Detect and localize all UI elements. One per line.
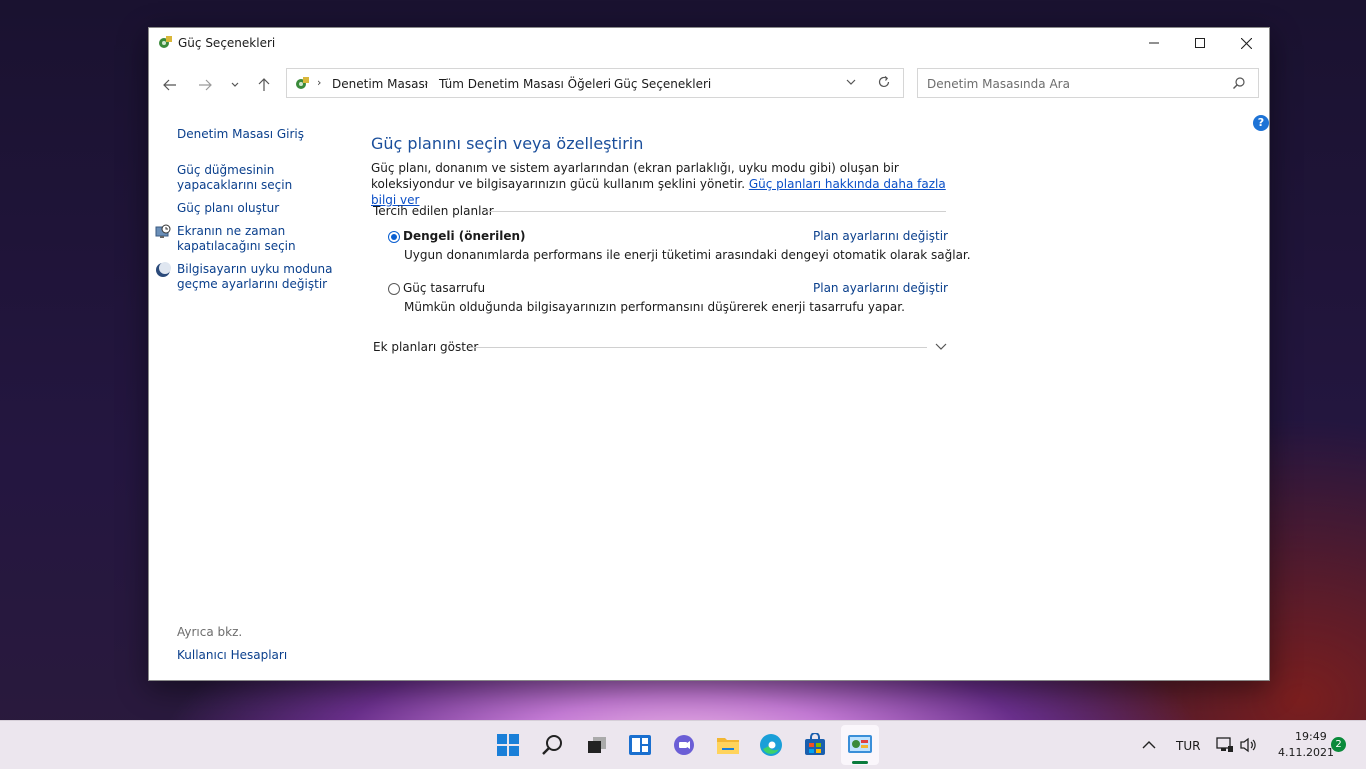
control-panel-icon[interactable]: [846, 731, 874, 759]
balanced-plan-settings-link[interactable]: Plan ayarlarını değiştir: [813, 229, 948, 243]
address-bar[interactable]: › Denetim Masası › Tüm Denetim Masası Öğ…: [286, 68, 904, 98]
sleep-settings-link[interactable]: Bilgisayarın uyku moduna geçme ayarların…: [177, 262, 347, 292]
see-also-label: Ayrıca bkz.: [177, 625, 243, 639]
breadcrumb-chevron-icon[interactable]: ›: [424, 76, 428, 89]
power-options-window: Güç Seçenekleri › Denetim Masası › Tüm D…: [148, 27, 1270, 681]
recent-locations-chevron-down-icon[interactable]: [224, 74, 246, 96]
divider: [485, 211, 946, 212]
breadcrumb-all-items[interactable]: Tüm Denetim Masası Öğeleri: [439, 77, 611, 91]
minimize-button[interactable]: [1131, 28, 1177, 58]
preferred-plans-label: Tercih edilen planlar: [373, 204, 494, 218]
task-view-icon[interactable]: [583, 731, 611, 759]
search-box[interactable]: Denetim Masasında Ara: [917, 68, 1259, 98]
breadcrumb-chevron-icon[interactable]: ›: [599, 76, 603, 89]
address-dropdown-chevron-down-icon[interactable]: [845, 75, 857, 92]
power-saver-plan-description: Mümkün olduğunda bilgisayarınızın perfor…: [404, 300, 905, 314]
control-panel-icon: [294, 75, 310, 91]
search-icon[interactable]: [1232, 76, 1246, 93]
navigation-bar: › Denetim Masası › Tüm Denetim Masası Öğ…: [149, 66, 1269, 102]
user-accounts-link[interactable]: Kullanıcı Hesapları: [177, 648, 347, 663]
widgets-icon[interactable]: [626, 731, 654, 759]
maximize-button[interactable]: [1177, 28, 1223, 58]
teams-chat-icon[interactable]: [670, 731, 698, 759]
close-button[interactable]: [1223, 28, 1269, 58]
power-saver-plan-settings-link[interactable]: Plan ayarlarını değiştir: [813, 281, 948, 295]
search-input[interactable]: Denetim Masasında Ara: [927, 77, 1070, 91]
volume-icon[interactable]: [1234, 731, 1262, 759]
moon-icon: [155, 262, 171, 278]
up-arrow-icon[interactable]: [253, 74, 275, 96]
back-arrow-icon[interactable]: [159, 74, 181, 96]
store-icon[interactable]: [801, 731, 829, 759]
notification-count-badge[interactable]: 2: [1331, 737, 1346, 752]
breadcrumb-power-options[interactable]: Güç Seçenekleri: [614, 77, 711, 91]
help-icon[interactable]: ?: [1253, 115, 1269, 131]
taskbar: TUR 19:49 4.11.2021: [0, 720, 1366, 769]
monitor-clock-icon: [155, 224, 171, 240]
divider: [470, 347, 927, 348]
power-saver-plan-radio[interactable]: [388, 283, 400, 295]
power-options-icon: [157, 34, 173, 50]
balanced-plan-description: Uygun donanımlarda performans ile enerji…: [404, 248, 971, 262]
search-icon[interactable]: [538, 731, 566, 759]
page-title: Güç planını seçin veya özelleştirin: [371, 134, 644, 153]
breadcrumb-control-panel[interactable]: Denetim Masası: [332, 77, 428, 91]
control-panel-home-link[interactable]: Denetim Masası Giriş: [177, 127, 347, 142]
create-power-plan-link[interactable]: Güç planı oluştur: [177, 201, 347, 216]
refresh-icon[interactable]: [877, 75, 891, 92]
input-language-indicator[interactable]: TUR: [1176, 739, 1200, 753]
breadcrumb-chevron-icon[interactable]: ›: [317, 76, 321, 89]
balanced-plan-name[interactable]: Dengeli (önerilen): [403, 229, 526, 243]
power-saver-plan-name[interactable]: Güç tasarrufu: [403, 281, 485, 295]
page-description: Güç planı, donanım ve sistem ayarlarında…: [371, 160, 951, 208]
window-title: Güç Seçenekleri: [178, 36, 276, 50]
forward-arrow-icon[interactable]: [194, 74, 216, 96]
expand-chevron-down-icon[interactable]: [935, 340, 947, 355]
clock-time[interactable]: 19:49: [1295, 730, 1327, 743]
display-off-time-link[interactable]: Ekranın ne zaman kapatılacağını seçin: [177, 224, 347, 254]
windows-start-icon[interactable]: [494, 731, 522, 759]
active-app-indicator: [852, 761, 868, 764]
file-explorer-icon[interactable]: [714, 731, 742, 759]
edge-icon[interactable]: [757, 731, 785, 759]
show-additional-plans-label[interactable]: Ek planları göster: [373, 340, 478, 354]
title-bar[interactable]: Güç Seçenekleri: [149, 28, 1269, 58]
balanced-plan-radio[interactable]: [388, 231, 400, 243]
clock-date[interactable]: 4.11.2021: [1278, 746, 1334, 759]
power-button-action-link[interactable]: Güç düğmesinin yapacaklarını seçin: [177, 163, 347, 193]
show-hidden-icons-chevron-up-icon[interactable]: [1135, 731, 1163, 759]
